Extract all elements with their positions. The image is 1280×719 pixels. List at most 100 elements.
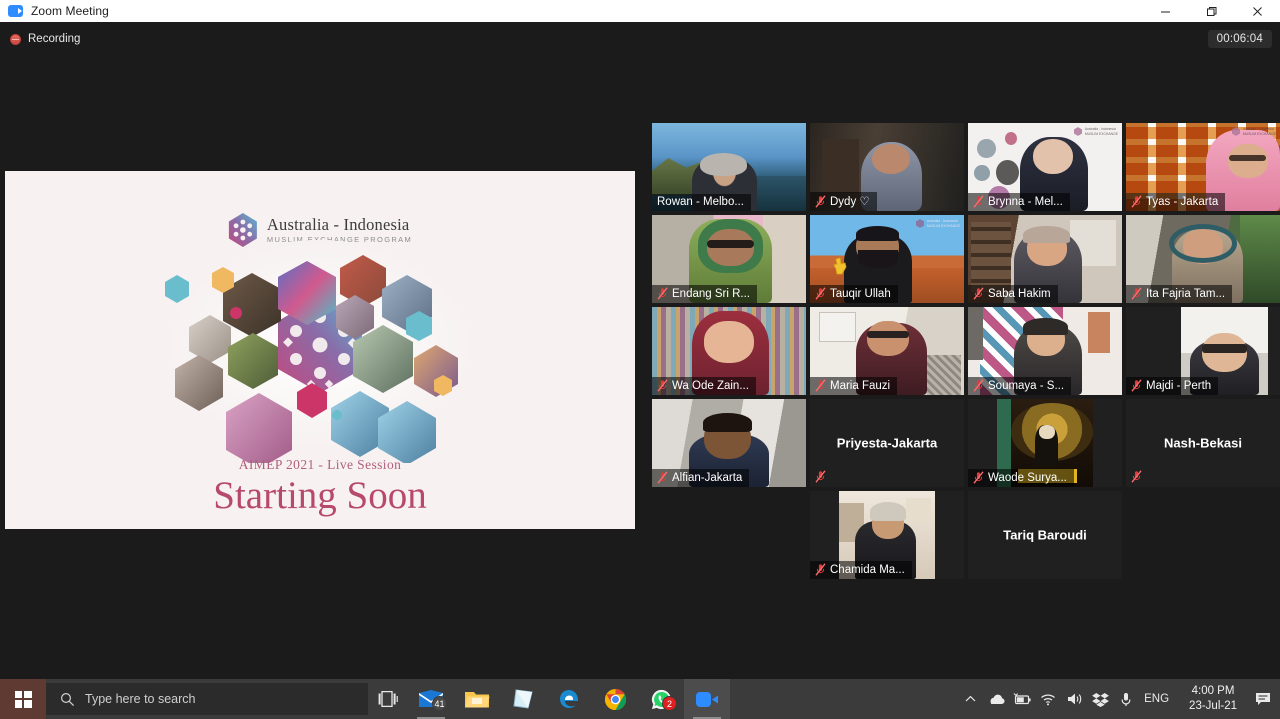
taskbar-app-store[interactable]: [500, 679, 546, 719]
task-view-button[interactable]: [368, 679, 408, 719]
participant-tile[interactable]: Australia - IndonesiaMUSLIM EXCHANGE Bry…: [968, 123, 1122, 211]
mic-muted-icon: [657, 471, 668, 484]
minimize-button[interactable]: [1142, 0, 1188, 22]
participant-tile[interactable]: Dydy ♡: [810, 123, 964, 211]
hexagon-logo-icon: [1074, 127, 1082, 136]
recording-label: Recording: [28, 33, 80, 45]
taskbar-app-edge[interactable]: [546, 679, 592, 719]
shared-screen[interactable]: Australia - Indonesia MUSLIM EXCHANGE PR…: [5, 171, 635, 529]
taskbar-search[interactable]: Type here to search: [46, 683, 368, 715]
wifi-icon[interactable]: [1035, 679, 1061, 719]
participant-tile[interactable]: Australia - IndonesiaMUSLIM EXCHANGE Tau…: [810, 215, 964, 303]
participant-tile[interactable]: Saba Hakim: [968, 215, 1122, 303]
microsoft-store-icon: [511, 688, 535, 710]
taskbar-clock[interactable]: 4:00 PM 23-Jul-21: [1178, 679, 1248, 719]
participant-tile[interactable]: Maria Fauzi: [810, 307, 964, 395]
participant-tile[interactable]: Australia - IndonesiaMUSLIM EXCHANGE Tya…: [1126, 123, 1280, 211]
clock-date: 23-Jul-21: [1189, 699, 1237, 714]
participant-tile[interactable]: Rowan - Melbo...: [652, 123, 806, 211]
participant-tile[interactable]: Soumaya - S...: [968, 307, 1122, 395]
participant-name-bar: Tyas - Jakarta: [1126, 193, 1225, 211]
participant-tile[interactable]: Priyesta-Jakarta: [810, 399, 964, 487]
grid-row: Wa Ode Zain...: [652, 307, 1272, 395]
grid-row: Endang Sri R...: [652, 215, 1272, 303]
participant-name-bar: Waode Surya...: [968, 469, 1074, 487]
participant-name-bar: Alfian-Jakarta: [652, 469, 749, 487]
grid-row: Alfian-Jakarta Priyesta-Jakarta: [652, 399, 1272, 487]
hexagon-logo-icon: [916, 219, 924, 228]
participant-name: Dydy ♡: [830, 194, 870, 208]
participant-tile[interactable]: Wa Ode Zain...: [652, 307, 806, 395]
taskbar-app-file-explorer[interactable]: [454, 679, 500, 719]
start-button[interactable]: [0, 679, 46, 719]
participant-tile[interactable]: Chamida Ma...: [810, 491, 964, 579]
close-button[interactable]: [1234, 0, 1280, 22]
onedrive-cloud-icon[interactable]: [983, 679, 1009, 719]
mic-muted-icon: [657, 287, 668, 300]
participant-name: Ita Fajria Tam...: [1146, 288, 1225, 300]
mic-muted-icon: [1131, 287, 1142, 300]
mic-muted-icon: [973, 471, 984, 484]
participant-name: Tyas - Jakarta: [1146, 196, 1218, 208]
participant-grid: Rowan - Melbo...: [652, 123, 1272, 583]
grid-row: Chamida Ma... Tariq Baroudi: [652, 491, 1272, 579]
action-center-button[interactable]: [1248, 679, 1278, 719]
mic-muted-icon: [1131, 195, 1142, 208]
participant-name-bar: Dydy ♡: [810, 192, 877, 211]
participant-tile[interactable]: Alfian-Jakarta: [652, 399, 806, 487]
meeting-timer: 00:06:04: [1208, 30, 1272, 48]
microphone-icon[interactable]: [1113, 679, 1139, 719]
participant-name: Wa Ode Zain...: [672, 380, 749, 392]
window-controls: [1142, 0, 1280, 22]
participant-name-bar: Chamida Ma...: [810, 561, 912, 579]
mic-muted-icon: [1131, 379, 1142, 392]
participant-tile[interactable]: Nash-Bekasi: [1126, 399, 1280, 487]
hexagon-logo-icon: [1232, 127, 1240, 136]
whatsapp-badge: 2: [662, 696, 677, 711]
task-view-icon: [378, 691, 398, 707]
participant-tile[interactable]: Endang Sri R...: [652, 215, 806, 303]
participant-name: Tariq Baroudi: [968, 528, 1122, 543]
edge-icon: [557, 687, 581, 711]
battery-icon[interactable]: [1009, 679, 1035, 719]
chrome-icon: [604, 688, 627, 711]
participant-name-bar: Saba Hakim: [968, 285, 1058, 303]
restore-button[interactable]: [1188, 0, 1234, 22]
volume-icon[interactable]: [1061, 679, 1087, 719]
taskbar-app-zoom[interactable]: [684, 679, 730, 719]
taskbar-app-chrome[interactable]: [592, 679, 638, 719]
grid-row: Rowan - Melbo...: [652, 123, 1272, 211]
show-hidden-icons-chevron[interactable]: [957, 679, 983, 719]
participant-name-bar: Brynna - Mel...: [968, 193, 1070, 211]
file-explorer-icon: [464, 689, 490, 710]
mic-muted-icon: [815, 287, 826, 300]
mic-muted-icon: [1131, 470, 1142, 483]
mic-muted-icon: [815, 195, 826, 208]
system-tray: ENG 4:00 PM 23-Jul-21: [957, 679, 1280, 719]
action-center-icon: [1255, 692, 1271, 707]
taskbar-app-whatsapp[interactable]: 2: [638, 679, 684, 719]
grid-spacer: [652, 491, 806, 579]
windows-logo-icon: [15, 691, 32, 708]
mic-muted-icon: [657, 379, 668, 392]
windows-taskbar: Type here to search 41: [0, 679, 1280, 719]
participant-name-bar: Majdi - Perth: [1126, 377, 1218, 395]
participant-tile[interactable]: Waode Surya...: [968, 399, 1122, 487]
recording-indicator[interactable]: Recording: [10, 33, 80, 45]
dropbox-icon[interactable]: [1087, 679, 1113, 719]
participant-name: Endang Sri R...: [672, 288, 750, 300]
participant-tile[interactable]: Tariq Baroudi: [968, 491, 1122, 579]
participant-name-bar: Ita Fajria Tam...: [1126, 285, 1232, 303]
language-indicator[interactable]: ENG: [1139, 693, 1178, 705]
mail-badge: 41: [432, 696, 447, 711]
taskbar-app-mail[interactable]: 41: [408, 679, 454, 719]
participant-tile[interactable]: Ita Fajria Tam...: [1126, 215, 1280, 303]
mic-muted-icon: [973, 379, 984, 392]
participant-name: Waode Surya...: [988, 472, 1067, 484]
participant-name: Nash-Bekasi: [1126, 436, 1280, 451]
zoom-meeting-window: Zoom Meeting Recording 00:06:04: [0, 0, 1280, 719]
window-title: Zoom Meeting: [31, 4, 109, 18]
participant-tile[interactable]: Majdi - Perth: [1126, 307, 1280, 395]
participant-name: Alfian-Jakarta: [672, 472, 742, 484]
participant-name-bar: Rowan - Melbo...: [652, 194, 751, 211]
